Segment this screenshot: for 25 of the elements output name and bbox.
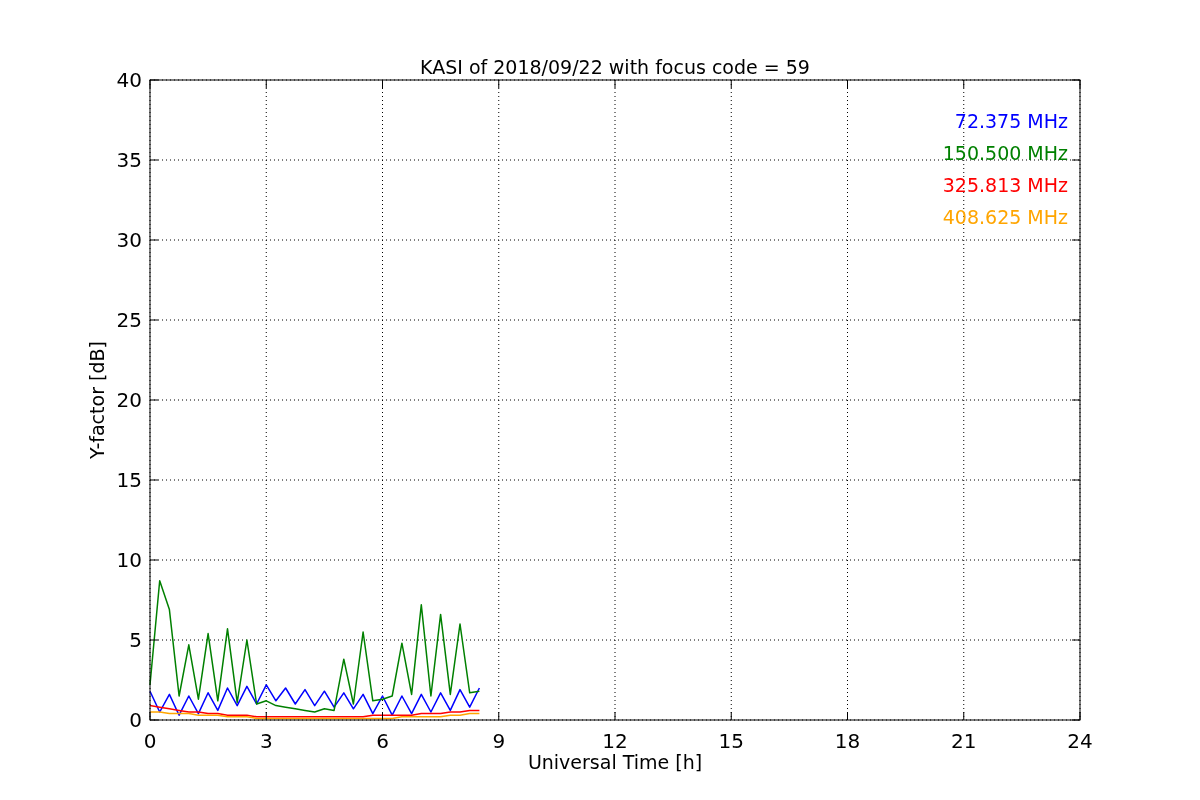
legend-label: 408.625 MHz <box>942 206 1068 228</box>
tick-label: 18 <box>834 729 861 753</box>
tick-label: 6 <box>376 729 389 753</box>
tick-label: 3 <box>259 729 273 753</box>
tick-label: 12 <box>602 729 628 753</box>
tick-label: 9 <box>492 729 506 753</box>
tick-label: 0 <box>143 729 157 753</box>
tick-label: 35 <box>116 148 142 172</box>
tick-label: 21 <box>951 729 977 753</box>
y-axis-label: Y-factor [dB] <box>86 341 108 459</box>
tick-label: 25 <box>116 308 142 332</box>
tick-label: 10 <box>116 548 142 572</box>
tick-label: 15 <box>116 468 142 492</box>
tick-label: 30 <box>116 228 142 252</box>
tick-label: 40 <box>116 68 142 92</box>
tick-label: 15 <box>718 729 744 753</box>
chart-title: KASI of 2018/09/22 with focus code = 59 <box>420 56 810 78</box>
tick-label: 20 <box>116 388 142 412</box>
legend-label: 72.375 MHz <box>954 110 1068 132</box>
tick-label: 0 <box>129 708 142 732</box>
x-axis-label: Universal Time [h] <box>527 751 703 773</box>
tick-label: 5 <box>129 628 142 652</box>
legend-label: 150.500 MHz <box>942 142 1068 164</box>
legend-label: 325.813 MHz <box>942 174 1068 196</box>
tick-label: 24 <box>1067 729 1093 753</box>
